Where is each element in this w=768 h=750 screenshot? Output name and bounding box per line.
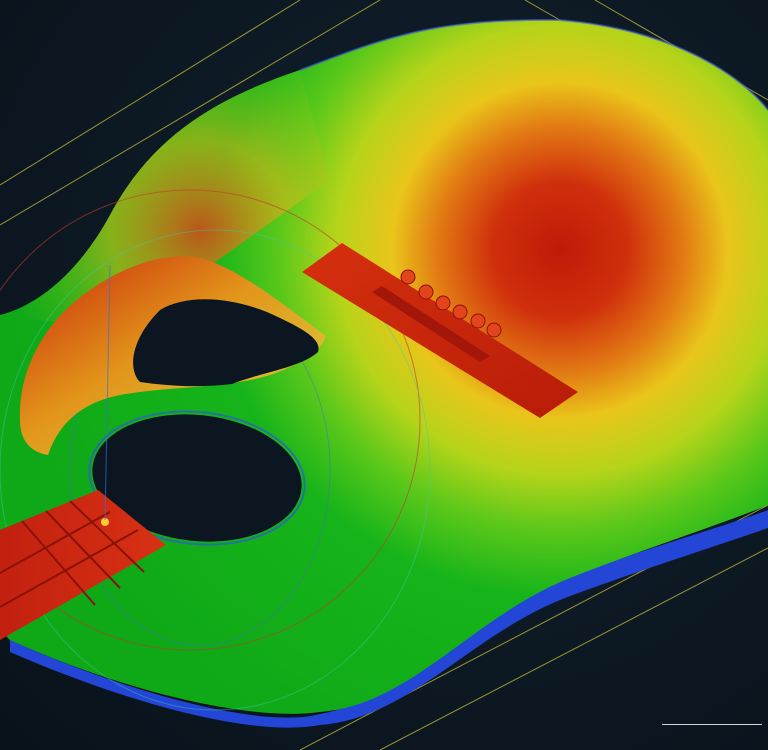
3d-viewport[interactable] — [0, 0, 768, 750]
bridge-pin — [418, 284, 434, 300]
bridge-pin — [452, 304, 468, 320]
bridge-pin — [470, 313, 486, 329]
bridge-pin — [435, 295, 451, 311]
bridge-pin — [400, 269, 416, 285]
scan-scene[interactable] — [0, 0, 768, 750]
scale-bar — [662, 724, 762, 725]
bridge-pin — [486, 322, 502, 338]
